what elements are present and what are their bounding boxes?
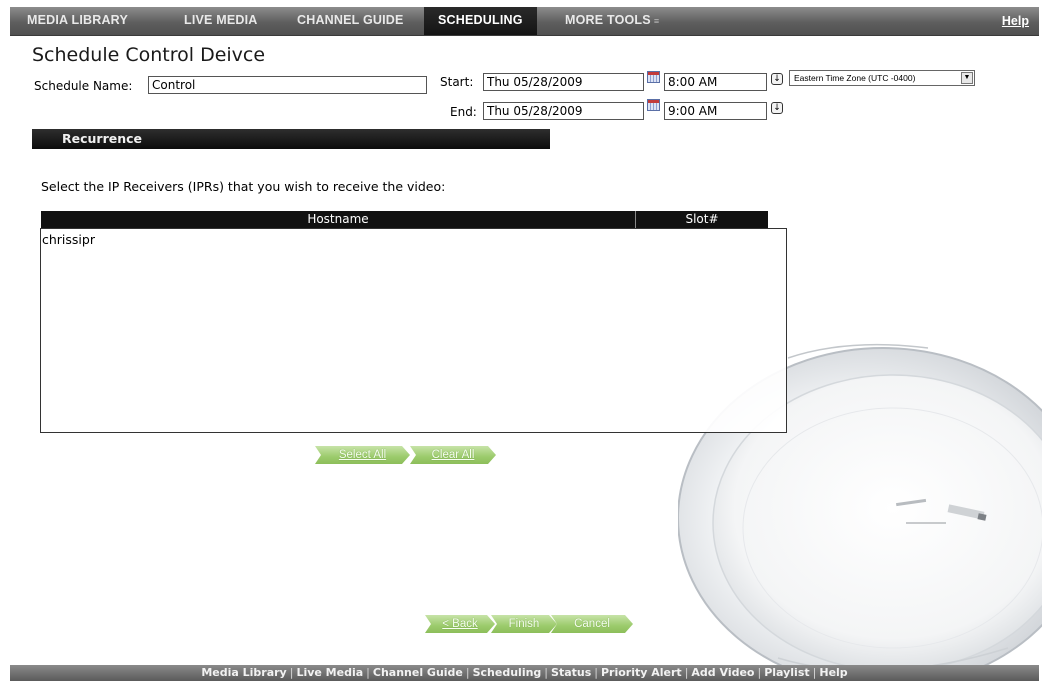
clear-all-button[interactable]: Clear All: [410, 446, 496, 464]
nav-channel-guide[interactable]: CHANNEL GUIDE: [297, 7, 404, 35]
timezone-select[interactable]: Eastern Time Zone (UTC -0400) ▼: [789, 70, 975, 86]
schedule-name-label: Schedule Name:: [34, 79, 133, 93]
footer-link-status[interactable]: Status: [551, 666, 591, 679]
page-title: Schedule Control Deivce: [32, 44, 266, 66]
footer-separator: |: [594, 666, 598, 679]
hostname-cell: chrissipr: [42, 232, 95, 247]
timezone-value: Eastern Time Zone (UTC -0400): [794, 73, 916, 83]
column-header-slot[interactable]: Slot#: [636, 211, 768, 228]
column-header-hostname[interactable]: Hostname: [41, 211, 635, 228]
footer-separator: |: [684, 666, 689, 679]
footer-link-add-video[interactable]: Add Video: [691, 666, 754, 679]
footer-separator: |: [289, 666, 294, 679]
nav-scheduling[interactable]: SCHEDULING: [424, 7, 537, 35]
footer-separator: |: [812, 666, 817, 679]
footer-link-channel-guide[interactable]: Channel Guide: [373, 666, 463, 679]
footer-nav: Media Library | Live Media | Channel Guide | S…: [10, 665, 1039, 681]
footer-link-priority-alert[interactable]: Priority Alert: [601, 666, 682, 679]
footer-link-media-library[interactable]: Media Library: [201, 666, 286, 679]
schedule-name-input[interactable]: [148, 76, 427, 94]
chevron-down-icon: ≡: [653, 16, 660, 26]
help-link[interactable]: Help: [1002, 7, 1029, 35]
calendar-icon[interactable]: [647, 99, 660, 111]
nav-live-media[interactable]: LIVE MEDIA: [184, 7, 258, 35]
receivers-instruction: Select the IP Receivers (IPRs) that you …: [41, 179, 446, 194]
footer-link-help[interactable]: Help: [819, 666, 847, 679]
calendar-icon[interactable]: [647, 71, 660, 83]
footer-separator: |: [465, 666, 470, 679]
list-item[interactable]: chrissipr: [42, 232, 95, 247]
receivers-list[interactable]: chrissipr: [40, 228, 787, 433]
end-time-input[interactable]: [664, 102, 767, 120]
down-arrow-icon[interactable]: ↓: [771, 73, 783, 85]
back-button[interactable]: < Back: [425, 615, 495, 633]
footer-link-live-media[interactable]: Live Media: [296, 666, 363, 679]
dropdown-arrow-icon[interactable]: ▼: [961, 72, 973, 84]
footer-separator: |: [757, 666, 762, 679]
nav-more-tools-label: MORE TOOLS: [565, 13, 651, 27]
nav-media-library[interactable]: MEDIA LIBRARY: [27, 7, 128, 35]
receivers-table-header: Hostname Slot#: [41, 211, 768, 228]
nav-more-tools[interactable]: MORE TOOLS ≡: [565, 7, 659, 35]
start-label: Start:: [440, 75, 474, 89]
recurrence-bar[interactable]: Recurrence: [32, 129, 550, 149]
cancel-button[interactable]: Cancel: [551, 615, 633, 633]
footer-separator: |: [544, 666, 549, 679]
start-date-input[interactable]: [483, 73, 644, 91]
select-all-button[interactable]: Select All: [315, 446, 410, 464]
footer-separator: |: [366, 666, 370, 679]
footer-link-scheduling[interactable]: Scheduling: [473, 666, 542, 679]
start-time-input[interactable]: [664, 73, 767, 91]
top-nav-bar: MEDIA LIBRARY LIVE MEDIA CHANNEL GUIDE S…: [10, 7, 1039, 36]
down-arrow-icon[interactable]: ↓: [771, 102, 783, 114]
finish-button[interactable]: Finish: [491, 615, 557, 633]
end-label: End:: [450, 105, 477, 119]
footer-link-playlist[interactable]: Playlist: [764, 666, 809, 679]
end-date-input[interactable]: [483, 102, 644, 120]
